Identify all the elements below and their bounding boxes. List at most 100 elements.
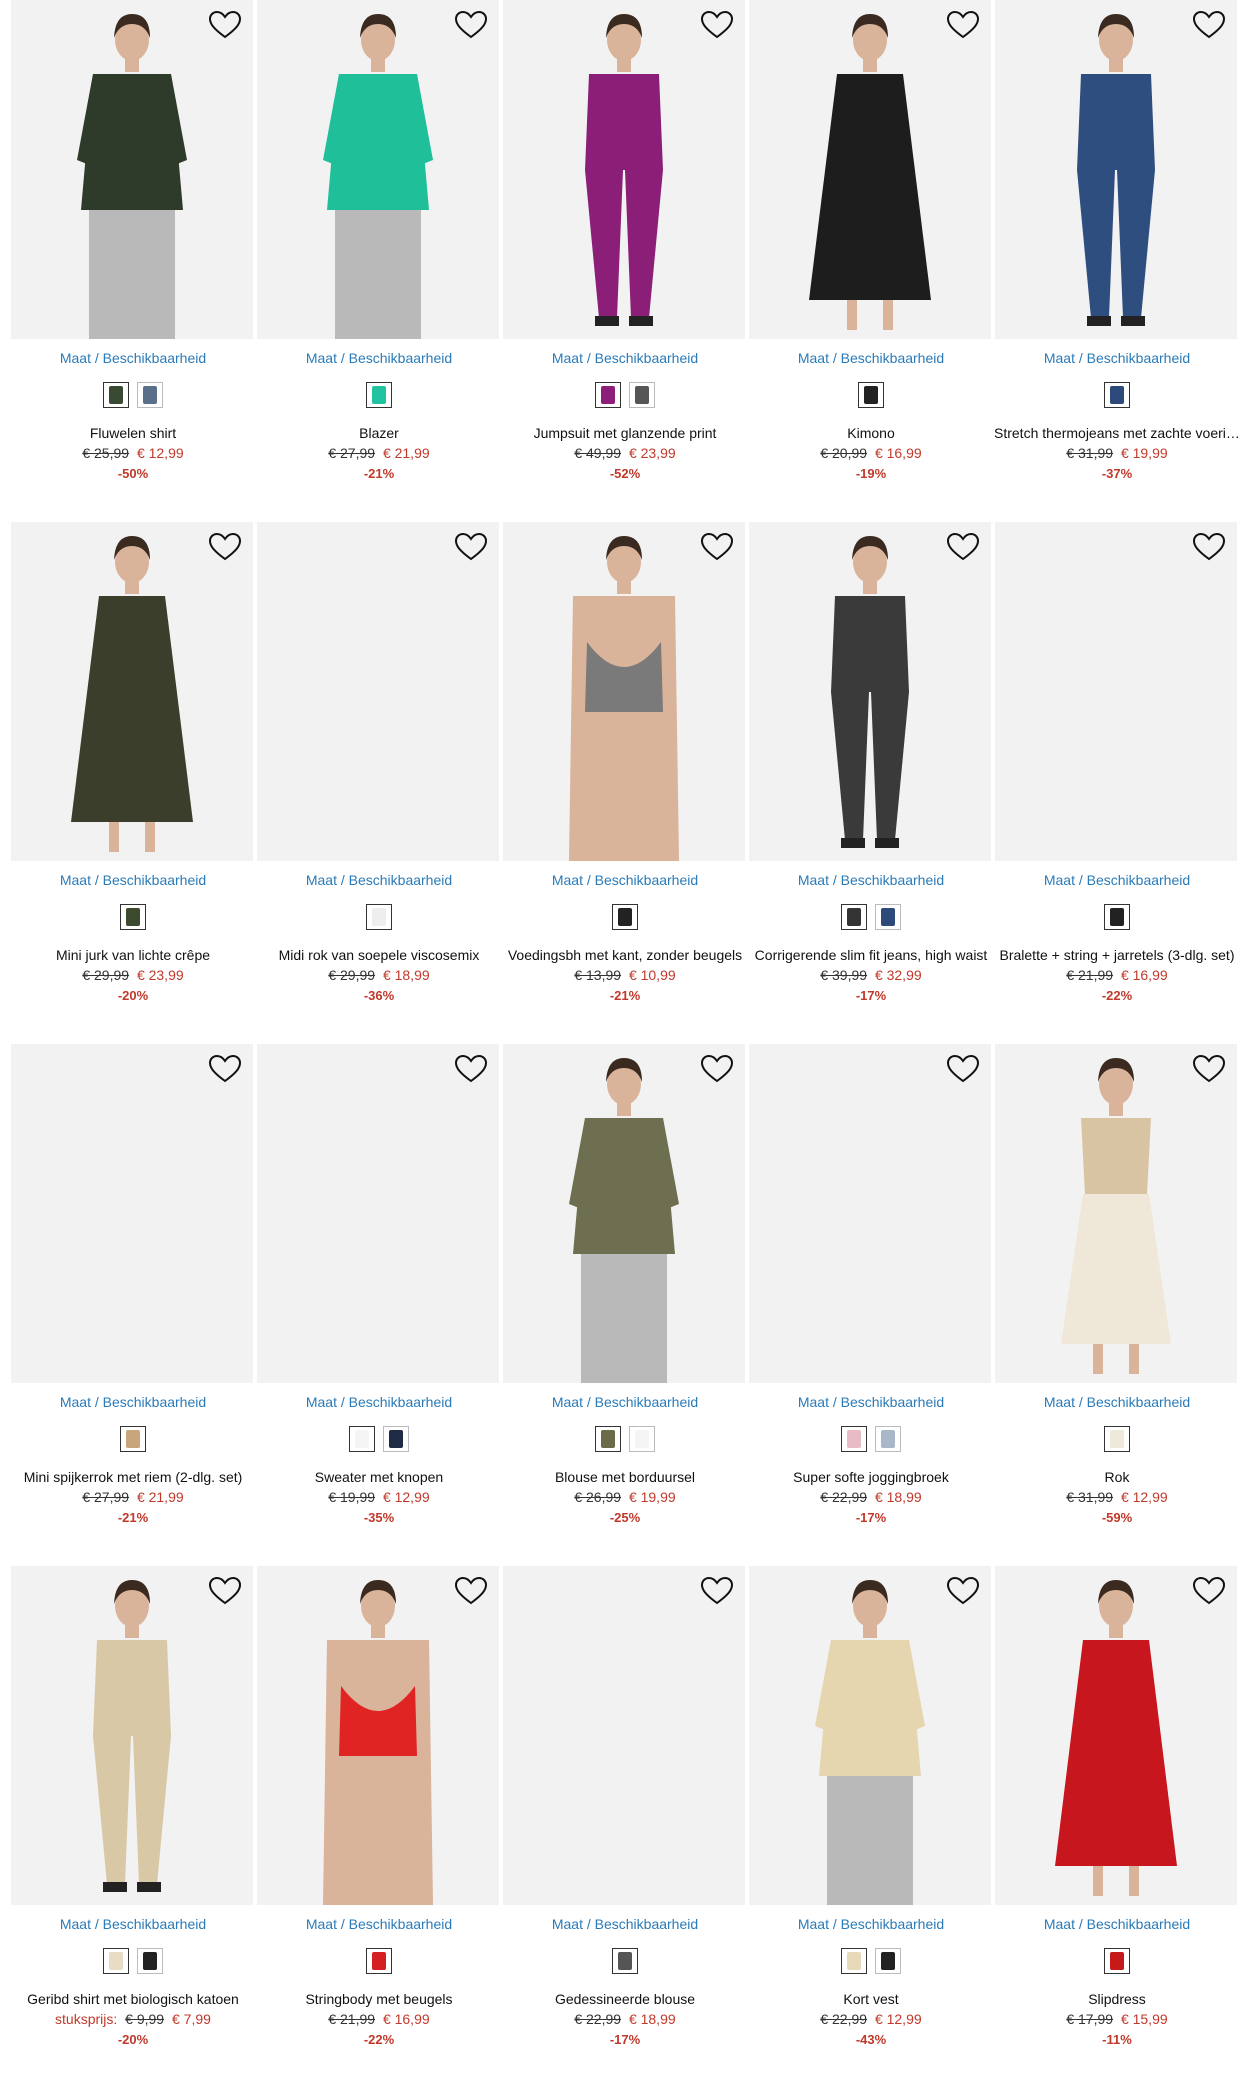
product-image[interactable] (11, 1044, 253, 1383)
product-name[interactable]: Stretch thermojeans met zachte voering, … (994, 425, 1240, 441)
size-availability-link[interactable]: Maat / Beschikbaarheid (502, 872, 748, 888)
product-image[interactable] (503, 1044, 745, 1383)
color-swatch[interactable] (120, 904, 146, 930)
color-swatch[interactable] (1104, 382, 1130, 408)
product-name[interactable]: Jumpsuit met glanzende print (502, 425, 748, 441)
wishlist-heart-icon[interactable] (1192, 1576, 1226, 1606)
product-image[interactable] (503, 0, 745, 339)
product-name[interactable]: Mini spijkerrok met riem (2-dlg. set) (10, 1469, 256, 1485)
size-availability-link[interactable]: Maat / Beschikbaarheid (10, 1916, 256, 1932)
size-availability-link[interactable]: Maat / Beschikbaarheid (994, 350, 1240, 366)
product-name[interactable]: Mini jurk van lichte crêpe (10, 947, 256, 963)
size-availability-link[interactable]: Maat / Beschikbaarheid (256, 872, 502, 888)
color-swatch[interactable] (366, 1948, 392, 1974)
size-availability-link[interactable]: Maat / Beschikbaarheid (748, 1394, 994, 1410)
product-image[interactable] (503, 522, 745, 861)
color-swatch[interactable] (137, 382, 163, 408)
color-swatch[interactable] (120, 1426, 146, 1452)
size-availability-link[interactable]: Maat / Beschikbaarheid (748, 1916, 994, 1932)
color-swatch[interactable] (137, 1948, 163, 1974)
product-name[interactable]: Fluwelen shirt (10, 425, 256, 441)
size-availability-link[interactable]: Maat / Beschikbaarheid (994, 1394, 1240, 1410)
color-swatch[interactable] (875, 904, 901, 930)
product-name[interactable]: Slipdress (994, 1991, 1240, 2007)
product-image[interactable] (995, 0, 1237, 339)
size-availability-link[interactable]: Maat / Beschikbaarheid (994, 1916, 1240, 1932)
product-name[interactable]: Bralette + string + jarretels (3-dlg. se… (994, 947, 1240, 963)
size-availability-link[interactable]: Maat / Beschikbaarheid (10, 1394, 256, 1410)
wishlist-heart-icon[interactable] (454, 10, 488, 40)
product-name[interactable]: Stringbody met beugels (256, 1991, 502, 2007)
wishlist-heart-icon[interactable] (208, 532, 242, 562)
size-availability-link[interactable]: Maat / Beschikbaarheid (502, 350, 748, 366)
product-image[interactable] (11, 522, 253, 861)
product-image[interactable] (257, 1566, 499, 1905)
wishlist-heart-icon[interactable] (208, 1054, 242, 1084)
size-availability-link[interactable]: Maat / Beschikbaarheid (10, 350, 256, 366)
size-availability-link[interactable]: Maat / Beschikbaarheid (256, 1394, 502, 1410)
wishlist-heart-icon[interactable] (1192, 1054, 1226, 1084)
product-image[interactable] (995, 1044, 1237, 1383)
product-name[interactable]: Rok (994, 1469, 1240, 1485)
color-swatch[interactable] (595, 1426, 621, 1452)
product-image[interactable] (995, 1566, 1237, 1905)
color-swatch[interactable] (612, 1948, 638, 1974)
color-swatch[interactable] (841, 904, 867, 930)
wishlist-heart-icon[interactable] (700, 532, 734, 562)
wishlist-heart-icon[interactable] (946, 10, 980, 40)
wishlist-heart-icon[interactable] (454, 1054, 488, 1084)
product-name[interactable]: Gedessineerde blouse (502, 1991, 748, 2007)
color-swatch[interactable] (366, 382, 392, 408)
wishlist-heart-icon[interactable] (1192, 10, 1226, 40)
wishlist-heart-icon[interactable] (208, 10, 242, 40)
wishlist-heart-icon[interactable] (700, 1054, 734, 1084)
size-availability-link[interactable]: Maat / Beschikbaarheid (748, 872, 994, 888)
wishlist-heart-icon[interactable] (1192, 532, 1226, 562)
wishlist-heart-icon[interactable] (208, 1576, 242, 1606)
color-swatch[interactable] (841, 1426, 867, 1452)
wishlist-heart-icon[interactable] (454, 1576, 488, 1606)
product-image[interactable] (749, 0, 991, 339)
color-swatch[interactable] (858, 382, 884, 408)
product-image[interactable] (995, 522, 1237, 861)
color-swatch[interactable] (595, 382, 621, 408)
product-name[interactable]: Blouse met borduursel (502, 1469, 748, 1485)
product-image[interactable] (749, 1566, 991, 1905)
product-name[interactable]: Kimono (748, 425, 994, 441)
product-image[interactable] (749, 1044, 991, 1383)
size-availability-link[interactable]: Maat / Beschikbaarheid (502, 1916, 748, 1932)
product-name[interactable]: Sweater met knopen (256, 1469, 502, 1485)
product-image[interactable] (11, 0, 253, 339)
color-swatch[interactable] (1104, 1948, 1130, 1974)
product-image[interactable] (503, 1566, 745, 1905)
color-swatch[interactable] (1104, 904, 1130, 930)
wishlist-heart-icon[interactable] (946, 532, 980, 562)
color-swatch[interactable] (629, 382, 655, 408)
color-swatch[interactable] (103, 382, 129, 408)
product-image[interactable] (257, 1044, 499, 1383)
product-name[interactable]: Super softe joggingbroek (748, 1469, 994, 1485)
product-name[interactable]: Corrigerende slim fit jeans, high waist (748, 947, 994, 963)
product-name[interactable]: Blazer (256, 425, 502, 441)
size-availability-link[interactable]: Maat / Beschikbaarheid (748, 350, 994, 366)
size-availability-link[interactable]: Maat / Beschikbaarheid (256, 1916, 502, 1932)
product-name[interactable]: Kort vest (748, 1991, 994, 2007)
wishlist-heart-icon[interactable] (946, 1576, 980, 1606)
wishlist-heart-icon[interactable] (700, 10, 734, 40)
wishlist-heart-icon[interactable] (946, 1054, 980, 1084)
size-availability-link[interactable]: Maat / Beschikbaarheid (10, 872, 256, 888)
product-image[interactable] (11, 1566, 253, 1905)
color-swatch[interactable] (629, 1426, 655, 1452)
wishlist-heart-icon[interactable] (700, 1576, 734, 1606)
product-image[interactable] (749, 522, 991, 861)
color-swatch[interactable] (366, 904, 392, 930)
color-swatch[interactable] (1104, 1426, 1130, 1452)
size-availability-link[interactable]: Maat / Beschikbaarheid (502, 1394, 748, 1410)
product-image[interactable] (257, 522, 499, 861)
wishlist-heart-icon[interactable] (454, 532, 488, 562)
color-swatch[interactable] (612, 904, 638, 930)
product-name[interactable]: Midi rok van soepele viscosemix (256, 947, 502, 963)
color-swatch[interactable] (875, 1948, 901, 1974)
color-swatch[interactable] (383, 1426, 409, 1452)
product-name[interactable]: Geribd shirt met biologisch katoen (10, 1991, 256, 2007)
